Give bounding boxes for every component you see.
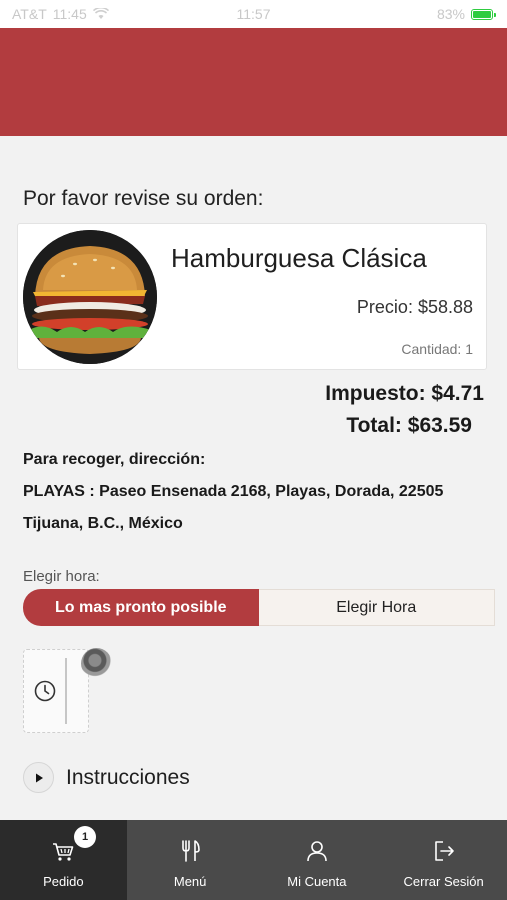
pickup-address-line1: PLAYAS : Paseo Ensenada 2168, Playas, Do…	[23, 483, 444, 500]
order-review-screen: AT&T 11:45 11:57 83% Por favor revise su…	[0, 0, 507, 900]
status-left: AT&T 11:45	[12, 6, 109, 22]
fork-knife-icon	[182, 840, 200, 862]
status-time-left: 11:45	[52, 6, 87, 22]
expand-arrow-button[interactable]	[23, 762, 54, 793]
battery-percent: 83%	[436, 6, 465, 22]
status-right: 83%	[436, 6, 496, 22]
order-item-card[interactable]: Hamburguesa Clásica Precio: $58.88 Canti…	[17, 223, 487, 370]
cart-badge: 1	[74, 826, 96, 848]
status-bar: AT&T 11:45 11:57 83%	[0, 0, 507, 28]
nav-account[interactable]: Mi Cuenta	[254, 820, 381, 900]
choose-time-label: Elegir hora:	[23, 568, 100, 585]
nav-logout-label: Cerrar Sesión	[403, 874, 484, 889]
bottom-navigation: 1 Pedido Menú Mi Cuenta Cerrar Sesión	[0, 820, 507, 900]
cart-icon	[53, 843, 74, 861]
pickup-address-line2: Tijuana, B.C., México	[23, 515, 183, 532]
nav-menu-label: Menú	[173, 874, 207, 889]
burger-image	[23, 230, 157, 364]
item-quantity: Cantidad: 1	[401, 341, 473, 357]
loading-spinner-icon	[81, 648, 112, 679]
tax-amount: Impuesto: $4.71	[325, 382, 484, 405]
logout-icon	[434, 841, 454, 861]
item-name: Hamburguesa Clásica	[171, 243, 427, 273]
user-icon	[307, 841, 327, 862]
play-triangle-icon	[35, 773, 43, 782]
instructions-toggle[interactable]: Instrucciones	[23, 762, 190, 793]
nav-pedido[interactable]: 1 Pedido	[0, 820, 127, 900]
choose-time-option[interactable]: Elegir Hora	[258, 589, 495, 626]
battery-icon	[471, 8, 496, 20]
burger-photo-icon	[23, 230, 157, 364]
total-amount: Total: $63.59	[346, 414, 472, 437]
wifi-icon	[92, 8, 109, 19]
time-box-divider	[65, 658, 67, 724]
nav-menu[interactable]: Menú	[127, 820, 254, 900]
carrier-text: AT&T	[12, 6, 47, 22]
time-picker-box[interactable]	[23, 649, 89, 733]
time-segmented-control: Lo mas pronto posible Elegir Hora	[23, 589, 495, 626]
pickup-label: Para recoger, dirección:	[23, 451, 206, 468]
nav-pedido-label: Pedido	[43, 874, 84, 889]
asap-option[interactable]: Lo mas pronto posible	[23, 589, 259, 626]
nav-account-label: Mi Cuenta	[287, 874, 347, 889]
page-title: Por favor revise su orden:	[23, 187, 264, 210]
item-price: Precio: $58.88	[356, 297, 473, 317]
clock-icon	[34, 680, 56, 702]
header-bar	[0, 28, 507, 136]
nav-logout[interactable]: Cerrar Sesión	[380, 820, 507, 900]
instructions-label: Instrucciones	[66, 765, 190, 789]
